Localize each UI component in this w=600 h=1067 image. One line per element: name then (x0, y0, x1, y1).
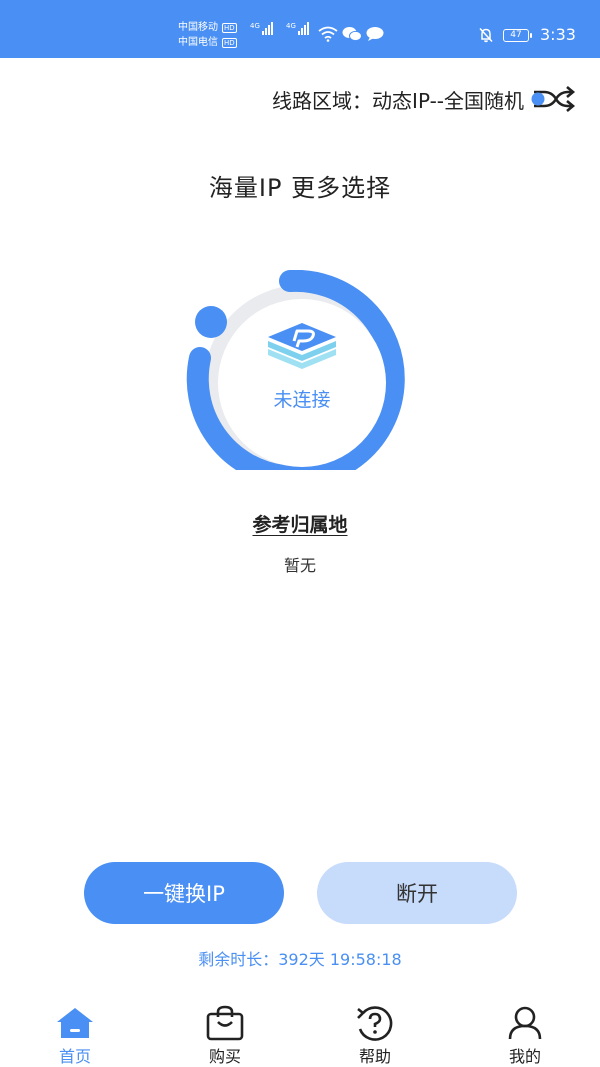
ip-layers-logo-icon (268, 323, 336, 369)
signal-icon: 4G (286, 22, 309, 35)
change-ip-button[interactable]: 一键换IP (84, 862, 284, 924)
region-title[interactable]: 参考归属地 (0, 510, 600, 537)
slogan: 海量IP 更多选择 (208, 174, 392, 202)
nav-label-buy: 购买 (208, 1047, 241, 1066)
nav-item-mine[interactable]: 我的 (450, 1005, 600, 1067)
user-icon (508, 1006, 542, 1040)
home-icon (57, 1008, 93, 1038)
message-icon (366, 27, 384, 41)
bell-off-icon (479, 27, 493, 43)
carrier-1: 中国移动 (178, 22, 218, 33)
shopping-bag-icon (206, 1005, 244, 1041)
hd-badge: HD (222, 22, 237, 33)
remaining-time: 剩余时长：392天 19:58:18 (198, 950, 402, 969)
nav-item-home[interactable]: 首页 (0, 1005, 150, 1067)
carrier-2: 中国电信 (178, 37, 218, 48)
route-selector[interactable]: 线路区域：动态IP--全国随机 (272, 84, 576, 114)
wechat-icon (342, 27, 362, 42)
help-icon (357, 1006, 393, 1041)
battery-icon: 47 (503, 29, 532, 42)
nav-label-mine: 我的 (508, 1047, 541, 1066)
route-label: 线路区域：动态IP--全国随机 (272, 88, 524, 113)
battery-level: 47 (510, 30, 522, 40)
network-type: 4G (250, 22, 260, 30)
connection-ring[interactable]: 未连接 (180, 269, 420, 488)
shuffle-icon[interactable] (530, 84, 576, 114)
signal-icon: 4G (250, 22, 273, 35)
bottom-nav: 首页 购买 帮助 我的 (0, 1005, 600, 1067)
network-type: 4G (286, 22, 296, 30)
hd-badge: HD (222, 37, 237, 48)
status-bar: 中国移动 HD 中国电信 HD 4G 4G 47 3:33 (0, 0, 600, 58)
region-value: 暂无 (283, 556, 316, 575)
nav-item-help[interactable]: 帮助 (300, 1005, 450, 1067)
carrier-info: 中国移动 HD 中国电信 HD (178, 20, 237, 50)
disconnect-button[interactable]: 断开 (317, 862, 517, 924)
ring-center[interactable]: 未连接 (218, 299, 386, 467)
wifi-icon (318, 26, 338, 42)
status-time: 3:33 (540, 25, 576, 44)
connection-status: 未连接 (273, 389, 331, 411)
nav-item-buy[interactable]: 购买 (150, 1005, 300, 1067)
nav-label-help: 帮助 (358, 1047, 391, 1066)
nav-label-home: 首页 (58, 1047, 91, 1066)
